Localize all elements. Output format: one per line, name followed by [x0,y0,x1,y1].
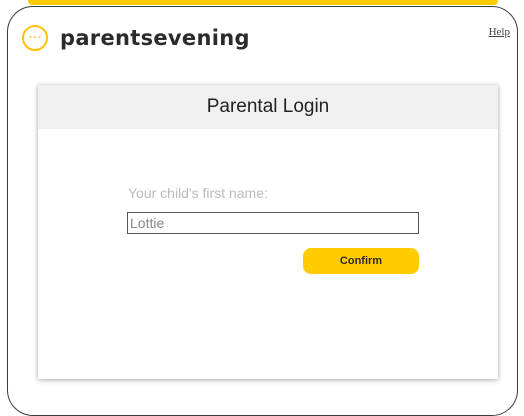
child-name-label: Your child's first name: [128,185,268,201]
child-name-input[interactable] [127,212,419,234]
brand-logo-text: parentsevening [60,26,250,50]
help-link[interactable]: Help [489,26,510,38]
top-accent-bar [28,0,498,5]
confirm-button[interactable]: Confirm [303,248,419,274]
page-title: Parental Login [206,96,330,117]
login-card: Parental Login Your child's first name: … [38,85,498,379]
header: ··· parentsevening [22,22,250,54]
ellipsis-circle-icon: ··· [22,25,48,51]
login-card-header: Parental Login [38,85,498,129]
app-frame: ··· parentsevening Help Parental Login Y… [0,0,524,416]
